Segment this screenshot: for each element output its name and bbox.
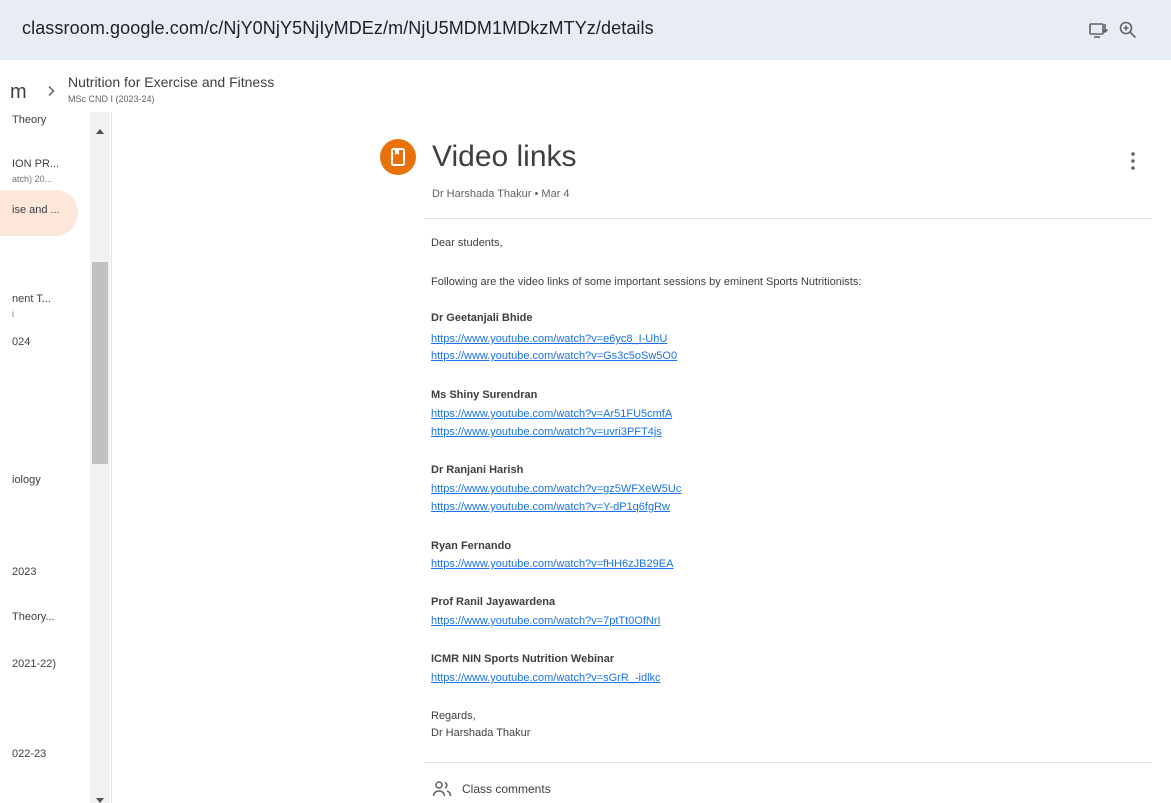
scroll-up-arrow-icon[interactable] xyxy=(95,122,105,134)
meta-separator: • xyxy=(531,188,542,200)
sidebar-scrollbar-thumb[interactable] xyxy=(92,262,108,464)
chevron-right-icon xyxy=(44,84,58,98)
breadcrumb-class-subtitle: MSc CND I (2023-24) xyxy=(68,94,155,104)
sidebar-item-sub: i xyxy=(12,309,14,319)
sidebar-item[interactable]: 022-23 xyxy=(12,748,46,760)
video-link[interactable]: https://www.youtube.com/watch?v=Y-dP1q6f… xyxy=(431,501,670,513)
video-link[interactable]: https://www.youtube.com/watch?v=Ar51FU5c… xyxy=(431,408,672,420)
breadcrumb-class-title[interactable]: Nutrition for Exercise and Fitness xyxy=(68,74,274,90)
speaker-name: ICMR NIN Sports Nutrition Webinar xyxy=(431,653,615,665)
install-app-icon[interactable] xyxy=(1088,20,1109,40)
sidebar-item-sub: atch) 20... xyxy=(12,174,53,184)
sidebar-item[interactable]: Theory xyxy=(12,114,46,126)
video-link[interactable]: https://www.youtube.com/watch?v=Gs3c5oSw… xyxy=(431,350,677,362)
speaker-name: Prof Ranil Jayawardena xyxy=(431,596,556,608)
people-icon[interactable] xyxy=(432,780,452,798)
sidebar-item[interactable]: 2021-22) xyxy=(12,658,56,670)
url-text[interactable]: classroom.google.com/c/NjY0NjY5NjIyMDEz/… xyxy=(22,18,654,39)
class-comments-button[interactable]: Class comments xyxy=(462,782,551,796)
sidebar-item-active[interactable]: ise and ... xyxy=(12,204,60,216)
sidebar-item[interactable]: 024 xyxy=(12,336,30,348)
sidebar-item[interactable]: nent T... xyxy=(12,293,51,305)
video-link[interactable]: https://www.youtube.com/watch?v=gz5WFXeW… xyxy=(431,483,681,495)
breadcrumb-root[interactable]: m xyxy=(10,81,27,104)
more-options-icon[interactable] xyxy=(1124,150,1142,172)
video-link[interactable]: https://www.youtube.com/watch?v=fHH6zJB2… xyxy=(431,558,673,570)
browser-url-bar[interactable]: classroom.google.com/c/NjY0NjY5NjIyMDEz/… xyxy=(0,0,1171,60)
video-link[interactable]: https://www.youtube.com/watch?v=uvri3PFT… xyxy=(431,426,662,438)
post-greeting: Dear students, xyxy=(431,237,503,249)
sidebar-item[interactable]: Theory... xyxy=(12,611,55,623)
sidebar-item[interactable]: ION PR... xyxy=(12,158,59,170)
post-regards: Regards, xyxy=(431,710,476,722)
speaker-name: Ryan Fernando xyxy=(431,540,512,552)
speaker-name: Dr Ranjani Harish xyxy=(431,464,524,476)
sidebar-item[interactable]: iology xyxy=(12,474,41,486)
speaker-name: Ms Shiny Surendran xyxy=(431,389,538,401)
comments-divider xyxy=(424,762,1152,763)
class-sidebar: Theory ION PR... atch) 20... ise and ...… xyxy=(0,112,112,803)
video-link[interactable]: https://www.youtube.com/watch?v=sGrR_-id… xyxy=(431,672,661,684)
sidebar-item[interactable]: 2023 xyxy=(12,566,36,578)
post-intro: Following are the video links of some im… xyxy=(431,276,862,288)
video-link[interactable]: https://www.youtube.com/watch?v=7ptTt0Of… xyxy=(431,615,661,627)
post-author: Dr Harshada Thakur xyxy=(432,188,532,200)
header-divider xyxy=(424,218,1152,219)
zoom-icon[interactable] xyxy=(1118,20,1138,40)
post-signature: Dr Harshada Thakur xyxy=(431,727,531,739)
video-link[interactable]: https://www.youtube.com/watch?v=e6yc8_I-… xyxy=(431,333,667,345)
speaker-name: Dr Geetanjali Bhide xyxy=(431,312,533,324)
scroll-down-arrow-icon[interactable] xyxy=(95,792,105,803)
post-meta: Dr Harshada Thakur • Mar 4 xyxy=(432,188,570,200)
post-date: Mar 4 xyxy=(541,188,570,200)
post-title: Video links xyxy=(432,140,577,173)
material-icon xyxy=(380,139,416,175)
